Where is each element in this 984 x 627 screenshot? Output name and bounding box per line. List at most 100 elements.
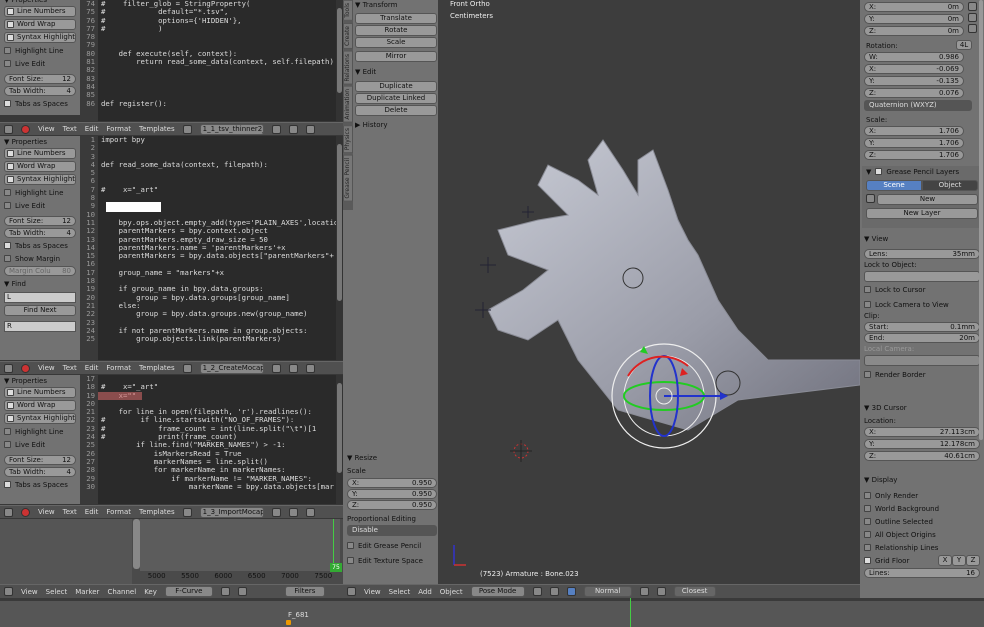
lock-camera-checkbox[interactable]: Lock Camera to View xyxy=(864,299,980,310)
find-header[interactable]: ▼ Find xyxy=(4,278,76,290)
clip-end-field[interactable]: End: 20m xyxy=(864,333,980,343)
text-browse-icon[interactable] xyxy=(182,124,192,134)
rot-field[interactable]: X: -0.069 xyxy=(864,64,964,74)
rot-field[interactable]: Y: -0.135 xyxy=(864,76,964,86)
record-icon[interactable] xyxy=(21,363,30,373)
duplicate-button[interactable]: Duplicate xyxy=(355,81,437,92)
grid-axis-x-toggle[interactable]: X xyxy=(938,555,952,566)
toolshelf-tab[interactable]: Physics xyxy=(343,124,353,154)
prop-edit-dropdown[interactable]: Disable xyxy=(347,525,437,536)
scale-field[interactable]: Y: 1.706 xyxy=(864,138,964,148)
live-edit-checkbox[interactable]: Live Edit xyxy=(4,200,76,211)
local-camera-field[interactable] xyxy=(864,355,980,366)
editor-type-icon[interactable] xyxy=(4,587,13,596)
npanel-scrollbar[interactable] xyxy=(979,0,983,440)
mirror-button[interactable]: Mirror xyxy=(355,51,437,62)
record-icon[interactable] xyxy=(21,507,30,517)
cur-field[interactable]: Z: 40.61cm xyxy=(864,451,980,461)
new-text-icon[interactable] xyxy=(271,363,281,373)
word-wrap-toggle[interactable]: Word Wrap xyxy=(4,161,76,172)
rotation-mode-dropdown[interactable]: Quaternion (WXYZ) xyxy=(864,100,972,111)
toolshelf-tab[interactable]: Grease Pencil xyxy=(343,155,353,202)
history-header[interactable]: ▶ History xyxy=(355,120,437,131)
editor1-area[interactable]: 74 75 76 77 78 79 80 81 82 83 84 85 86 # filter_glob… xyxy=(80,0,343,121)
snap-dropdown[interactable]: Closest xyxy=(673,586,716,597)
gp-layers-header[interactable]: ▼ Grease Pencil Layers xyxy=(862,166,982,177)
graph-menu-marker[interactable]: Marker xyxy=(75,588,99,596)
cur-field[interactable]: Y: 12.178cm xyxy=(864,439,980,449)
orientation-dropdown[interactable]: Normal xyxy=(583,586,632,597)
resize-z-field[interactable]: Z: 0.950 xyxy=(347,500,437,510)
highlight-line-checkbox[interactable]: Highlight Line xyxy=(4,45,76,56)
menu-view[interactable]: View xyxy=(38,125,55,133)
graph-scrollbar[interactable] xyxy=(133,519,140,569)
delete-button[interactable]: Delete xyxy=(355,105,437,116)
clip-start-field[interactable]: Start: 0.1mm xyxy=(864,322,980,332)
code-scrollbar[interactable] xyxy=(336,375,343,504)
editor2-area[interactable]: 1 2 3 4 5 6 7 8 9 10 11 12 13 14 15 16 17 18 19 20 21 22 23 24 2… xyxy=(80,136,343,360)
gp-new-button[interactable]: New xyxy=(877,194,978,205)
menu-templates[interactable]: Templates xyxy=(139,508,175,516)
record-icon[interactable] xyxy=(21,124,30,134)
font-size-field[interactable]: Font Size: 12 xyxy=(4,74,76,84)
font-size-field[interactable]: Font Size: 12 xyxy=(4,455,76,465)
line-numbers-toggle[interactable]: Line Numbers xyxy=(4,387,76,398)
menu-edit[interactable]: Edit xyxy=(85,364,99,372)
grid-axis-z-toggle[interactable]: Z xyxy=(966,555,980,566)
edit-header[interactable]: ▼ Edit xyxy=(355,67,437,78)
graph-menu-view[interactable]: View xyxy=(21,588,38,596)
grid-floor-checkbox[interactable]: Grid Floor X Y Z xyxy=(864,555,980,566)
view-header[interactable]: ▼ View xyxy=(864,233,980,245)
scale-field[interactable]: Z: 1.706 xyxy=(864,150,964,160)
live-edit-checkbox[interactable]: Live Edit xyxy=(4,58,76,69)
loc-field[interactable]: Z: 0m xyxy=(864,26,964,36)
highlight-line-checkbox[interactable]: Highlight Line xyxy=(4,426,76,437)
gp-object-tab[interactable]: Object xyxy=(922,180,978,191)
cursor-header[interactable]: ▼ 3D Cursor xyxy=(864,402,980,414)
resize-y-field[interactable]: Y: 0.950 xyxy=(347,489,437,499)
tabs-as-spaces-checkbox[interactable]: Tabs as Spaces xyxy=(4,479,76,490)
lock-y-icon[interactable] xyxy=(968,13,977,22)
menu-format[interactable]: Format xyxy=(106,364,131,372)
syntax-highlight-toggle[interactable]: Syntax Highlight xyxy=(4,413,76,424)
tabs-as-spaces-checkbox[interactable]: Tabs as Spaces xyxy=(4,240,76,251)
edit-texture-checkbox[interactable]: Edit Texture Space xyxy=(347,555,437,566)
toolshelf-tab[interactable]: Tools xyxy=(343,0,353,21)
manipulator-icon[interactable] xyxy=(566,587,576,596)
tab-width-field[interactable]: Tab Width: 4 xyxy=(4,467,76,477)
world-bg-checkbox[interactable]: World Background xyxy=(864,503,980,514)
word-wrap-toggle[interactable]: Word Wrap xyxy=(4,19,76,30)
graph-mode-dropdown[interactable]: F-Curve xyxy=(164,586,213,597)
grid-lines-field[interactable]: Lines: 16 xyxy=(864,568,980,578)
graph-menu-select[interactable]: Select xyxy=(46,588,68,596)
edit-grease-checkbox[interactable]: Edit Grease Pencil xyxy=(347,540,437,551)
translate-button[interactable]: Translate xyxy=(355,13,437,24)
editor-type-icon[interactable] xyxy=(4,124,13,134)
replace-input[interactable]: R xyxy=(4,321,76,332)
close-text-icon[interactable] xyxy=(288,507,298,517)
scale-field[interactable]: X: 1.706 xyxy=(864,126,964,136)
loc-field[interactable]: Y: 0m xyxy=(864,14,964,24)
transform-header[interactable]: ▼ Transform xyxy=(355,0,437,11)
line-numbers-toggle[interactable]: Line Numbers xyxy=(4,148,76,159)
lock-z-icon[interactable] xyxy=(968,24,977,33)
gp-new-layer-button[interactable]: New Layer xyxy=(866,208,978,219)
margin-column-field[interactable]: Margin Colu 80 xyxy=(4,266,76,276)
toolshelf-tab[interactable]: Animation xyxy=(343,86,353,123)
gp-layers-checkbox[interactable] xyxy=(875,168,883,175)
code-text[interactable]: import bpy def read_some_data(context, fi… xyxy=(98,136,336,360)
new-text-icon[interactable] xyxy=(271,124,281,134)
viewport-editor-icon[interactable] xyxy=(347,587,356,596)
text-file-name[interactable]: 1_2_CreateMocapM... xyxy=(199,362,264,374)
text-browse-icon[interactable] xyxy=(182,507,192,517)
graph-menu-key[interactable]: Key xyxy=(144,588,157,596)
shading-icon[interactable] xyxy=(532,587,542,596)
show-margin-checkbox[interactable]: Show Margin xyxy=(4,253,76,264)
lens-field[interactable]: Lens: 35mm xyxy=(864,249,980,259)
syntax-highlight-toggle[interactable]: Syntax Highlight xyxy=(4,32,76,43)
graph-editor[interactable]: 75 5000 5500 6000 6500 7000 7500 xyxy=(0,519,343,584)
lock-cursor-checkbox[interactable]: Lock to Cursor xyxy=(864,284,980,295)
tab-width-field[interactable]: Tab Width: 4 xyxy=(4,86,76,96)
layers-icon[interactable] xyxy=(639,587,649,596)
new-text-icon[interactable] xyxy=(271,507,281,517)
